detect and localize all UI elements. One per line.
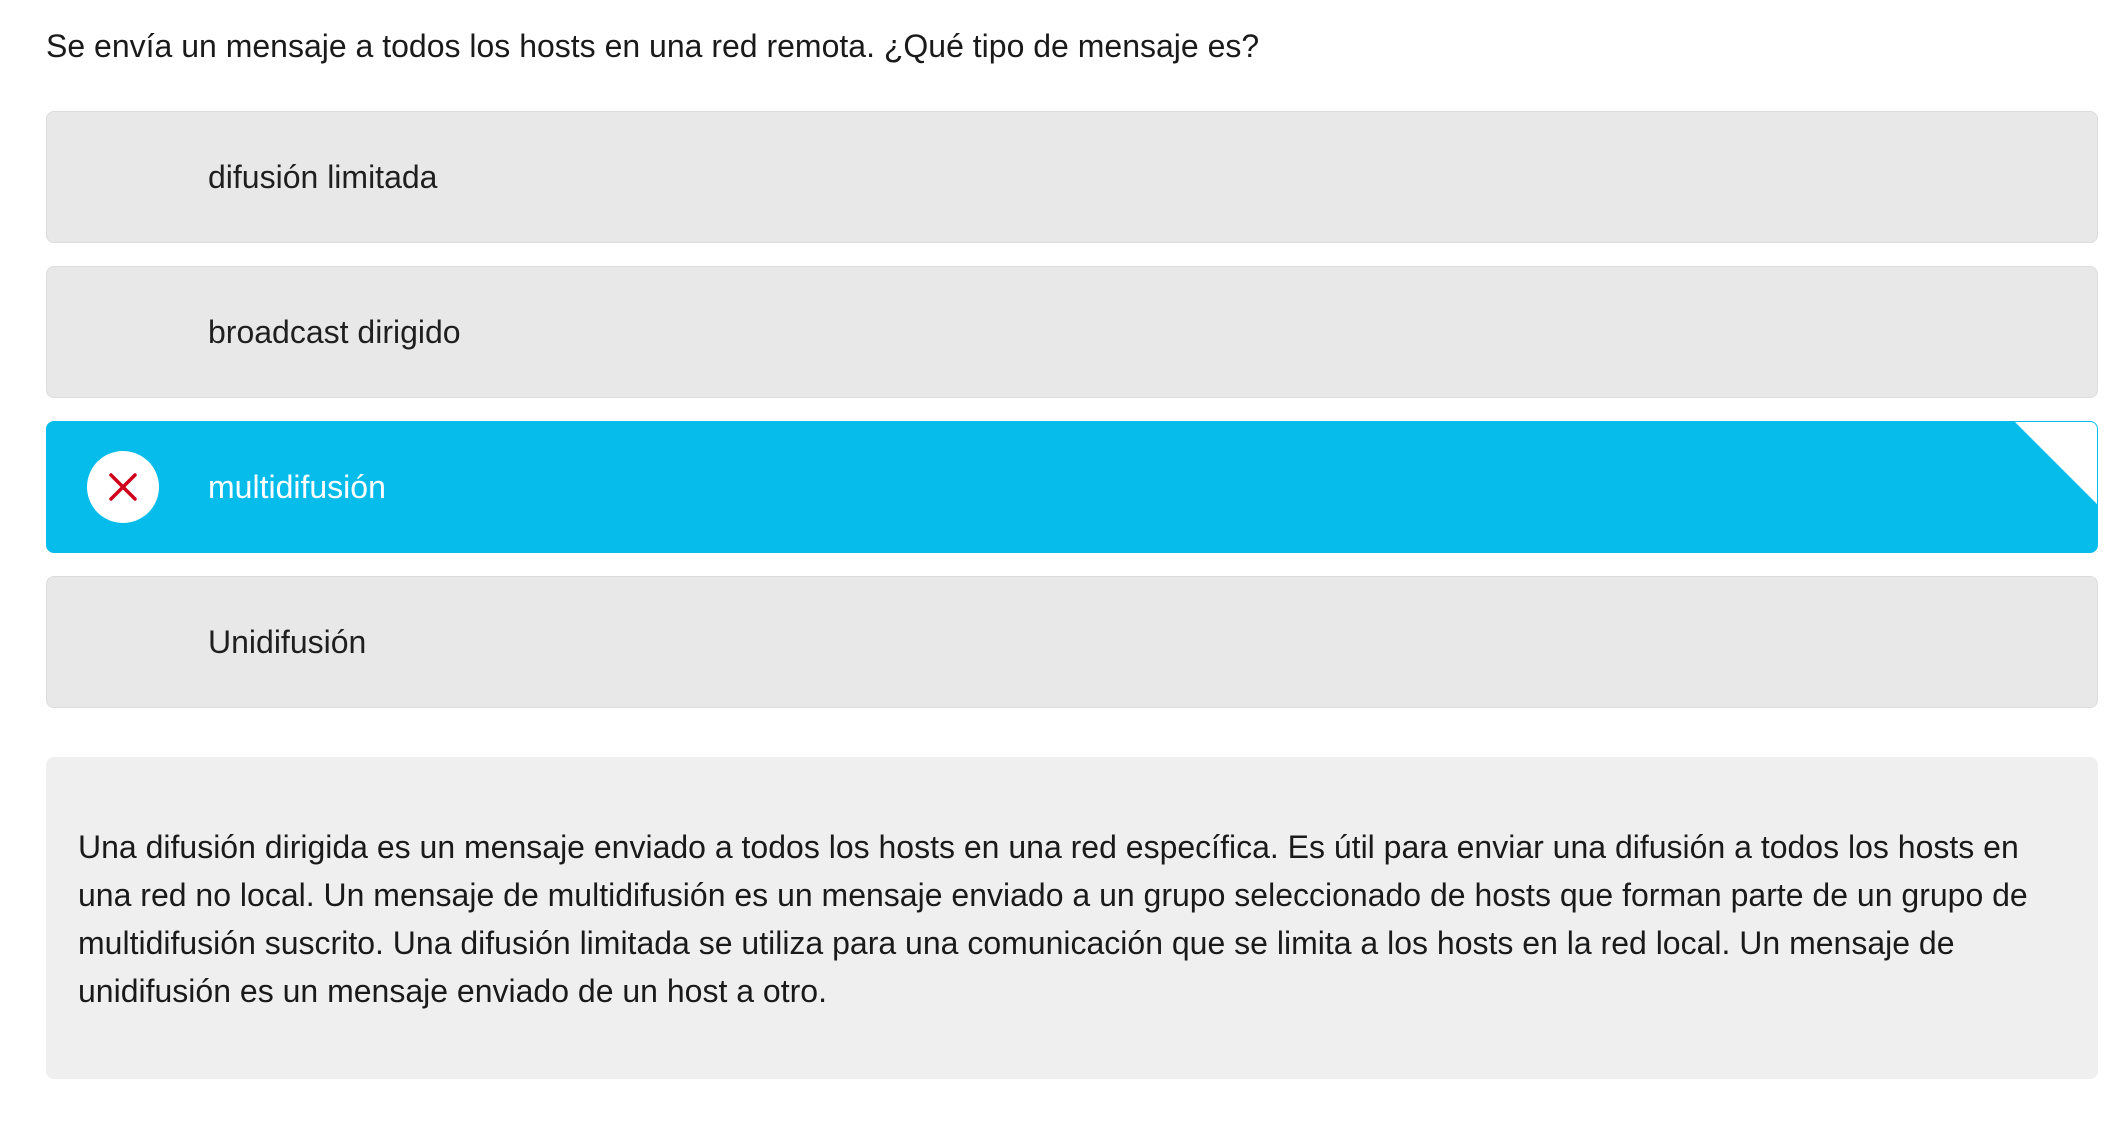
quiz-page: Se envía un mensaje a todos los hosts en…: [0, 0, 2120, 1122]
answer-options: difusión limitada broadcast dirigido mul…: [46, 111, 2098, 731]
x-mark-icon: [109, 473, 137, 501]
incorrect-x-icon: [87, 451, 159, 523]
answer-option-label: broadcast dirigido: [208, 314, 461, 350]
answer-option-broadcast-dirigido[interactable]: broadcast dirigido: [46, 266, 2098, 398]
answer-option-label: multidifusión: [208, 469, 386, 505]
answer-option-unidifusion[interactable]: Unidifusión: [46, 576, 2098, 708]
feedback-text: Una difusión dirigida es un mensaje envi…: [78, 829, 2028, 1009]
selected-corner-fold-icon: [2015, 422, 2097, 504]
answer-option-label: difusión limitada: [208, 159, 438, 195]
answer-option-difusion-limitada[interactable]: difusión limitada: [46, 111, 2098, 243]
feedback-panel: Una difusión dirigida es un mensaje envi…: [46, 757, 2098, 1079]
answer-option-multidifusion[interactable]: multidifusión: [46, 421, 2098, 553]
question-text: Se envía un mensaje a todos los hosts en…: [46, 28, 1260, 64]
answer-option-label: Unidifusión: [208, 624, 367, 660]
